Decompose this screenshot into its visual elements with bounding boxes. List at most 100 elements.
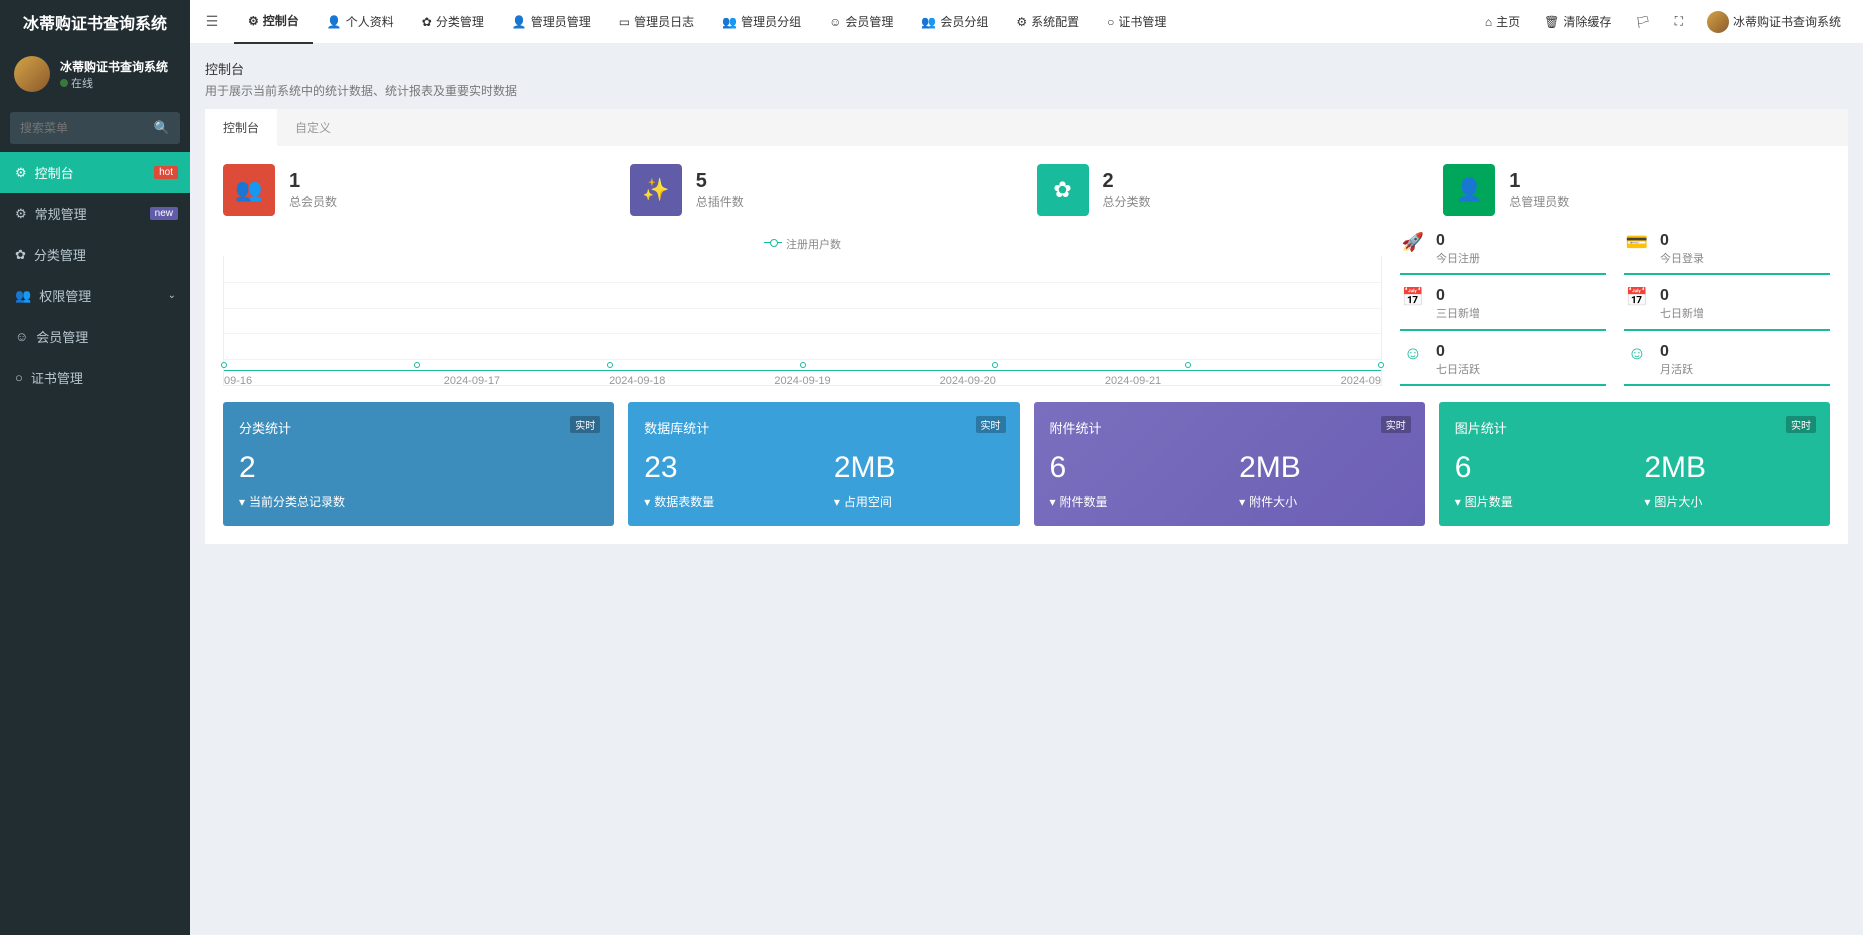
x-label: 2024-09-18 <box>555 375 720 387</box>
nav-label: 系统配置 <box>1031 13 1079 30</box>
mini-stat-2[interactable]: 📅0三日新增 <box>1400 287 1606 330</box>
mini-stat-1[interactable]: 💳0今日登录 <box>1624 232 1830 275</box>
mini-stat-4[interactable]: ☺0七日活跃 <box>1400 343 1606 386</box>
sidebar-item-0[interactable]: ⚙控制台hot <box>0 152 190 193</box>
fullscreen-icon[interactable]: ⛶ <box>1665 0 1693 44</box>
card-sub-icon: ▾ <box>644 495 650 509</box>
stat-box-0[interactable]: 👥1总会员数 <box>223 164 610 216</box>
sidebar-item-3[interactable]: 👥权限管理⌄ <box>0 275 190 316</box>
card-sub-icon: ▾ <box>1644 495 1650 509</box>
topnav-item-9[interactable]: ○证书管理 <box>1093 0 1180 44</box>
data-point <box>1378 362 1384 368</box>
mini-icon: 📅 <box>1400 287 1426 313</box>
card-sublabel: ▾占用空间 <box>834 493 1004 510</box>
card-3[interactable]: 实时图片统计6▾图片数量2MB▾图片大小 <box>1439 402 1830 526</box>
search-icon[interactable]: 🔍 <box>154 120 170 136</box>
page-title: 控制台 <box>205 59 1848 78</box>
nav-label: 管理员分组 <box>741 13 801 30</box>
mini-stat-0[interactable]: 🚀0今日注册 <box>1400 232 1606 275</box>
stat-cards: 实时分类统计2▾当前分类总记录数实时数据库统计23▾数据表数量2MB▾占用空间 实… <box>223 402 1830 526</box>
stat-number: 1 <box>1509 170 1569 193</box>
realtime-badge: 实时 <box>1786 416 1816 433</box>
clear-cache-link[interactable]: 🗑清除缓存 <box>1534 0 1621 44</box>
mini-stat-3[interactable]: 📅0七日新增 <box>1624 287 1830 330</box>
data-point <box>992 362 998 368</box>
tab-0[interactable]: 控制台 <box>205 109 277 146</box>
avatar <box>14 56 50 92</box>
sidebar-search: 🔍 <box>10 112 180 144</box>
mini-stat-5[interactable]: ☺0月活跃 <box>1624 343 1830 386</box>
card-sub-icon: ▾ <box>834 495 840 509</box>
stat-label: 总管理员数 <box>1509 193 1569 210</box>
nav-label: 分类管理 <box>436 13 484 30</box>
menu-label: 控制台 <box>35 163 74 182</box>
data-point <box>1185 362 1191 368</box>
card-title: 分类统计 <box>239 418 598 437</box>
mini-number: 0 <box>1660 287 1704 305</box>
user-status: 在线 <box>60 75 168 91</box>
user-panel: 冰蒂购证书查询系统 在线 <box>0 44 190 104</box>
mini-label: 月活跃 <box>1660 361 1693 377</box>
card-1[interactable]: 实时数据库统计23▾数据表数量2MB▾占用空间 <box>628 402 1019 526</box>
main-content: 控制台 用于展示当前系统中的统计数据、统计报表及重要实时数据 控制台自定义 👥1… <box>190 0 1863 935</box>
x-label: 2024-09-20 <box>885 375 1050 387</box>
mini-icon: 📅 <box>1624 287 1650 313</box>
lang-icon[interactable]: 🏳 <box>1625 0 1660 44</box>
topbar: ☰ ⚙ 控制台 👤 个人资料 ✿ 分类管理 👤管理员管理▭管理员日志 👥 管理员分组 ☺会员管理👥… <box>190 0 1863 44</box>
stat-box-1[interactable]: ✨5总插件数 <box>630 164 1017 216</box>
mini-number: 0 <box>1436 343 1480 361</box>
card-sub-icon: ▾ <box>239 495 245 509</box>
topnav-item-1[interactable]: 👤 个人资料 <box>313 0 408 44</box>
card-sublabel: ▾附件数量 <box>1050 493 1220 510</box>
user-menu[interactable]: 冰蒂购证书查询系统 <box>1697 0 1851 44</box>
card-sublabel: ▾图片大小 <box>1644 493 1814 510</box>
topnav-item-0[interactable]: ⚙ 控制台 <box>234 0 313 44</box>
card-value: 6 <box>1050 451 1220 485</box>
page-subtitle: 用于展示当前系统中的统计数据、统计报表及重要实时数据 <box>205 82 1848 99</box>
stat-number: 2 <box>1103 170 1151 193</box>
x-label: 2024-09-19 <box>720 375 885 387</box>
nav-icon: ✿ <box>422 15 432 29</box>
nav-label: 证书管理 <box>1118 13 1166 30</box>
nav-icon: 👥 <box>722 15 737 29</box>
topnav-item-3[interactable]: 👤管理员管理 <box>498 0 605 44</box>
avatar-icon <box>1707 11 1729 33</box>
menu-label: 常规管理 <box>35 204 87 223</box>
topnav-item-5[interactable]: 👥 管理员分组 <box>708 0 815 44</box>
topnav-item-2[interactable]: ✿ 分类管理 <box>408 0 498 44</box>
sidebar-item-5[interactable]: ○证书管理 <box>0 357 190 398</box>
nav-label: 管理员日志 <box>634 13 694 30</box>
realtime-badge: 实时 <box>1381 416 1411 433</box>
card-2[interactable]: 实时附件统计6▾附件数量2MB▾附件大小 <box>1034 402 1425 526</box>
sidebar-item-2[interactable]: ✿分类管理 <box>0 234 190 275</box>
menu-icon: 👥 <box>15 288 31 304</box>
nav-label: 个人资料 <box>346 13 394 30</box>
home-link[interactable]: ⌂主页 <box>1475 0 1530 44</box>
dashboard-panel: 👥1总会员数✨5总插件数✿2总分类数👤1总管理员数 注册用户数 09-16202… <box>205 146 1848 544</box>
stat-box-3[interactable]: 👤1总管理员数 <box>1443 164 1830 216</box>
card-sublabel: ▾当前分类总记录数 <box>239 493 598 510</box>
card-title: 附件统计 <box>1050 418 1409 437</box>
nav-icon: ⚙ <box>1016 15 1027 29</box>
tabs: 控制台自定义 <box>205 109 1848 146</box>
top-nav: ⚙ 控制台 👤 个人资料 ✿ 分类管理 👤管理员管理▭管理员日志 👥 管理员分组 ☺会员管理👥会员… <box>234 0 1475 44</box>
sidebar-item-1[interactable]: ⚙常规管理new <box>0 193 190 234</box>
topnav-item-4[interactable]: ▭管理员日志 <box>605 0 708 44</box>
line-chart[interactable]: 09-162024-09-172024-09-182024-09-192024-… <box>223 256 1382 386</box>
menu-icon: ☺ <box>15 329 28 344</box>
topnav-item-7[interactable]: 👥会员分组 <box>907 0 1002 44</box>
topnav-item-8[interactable]: ⚙ 系统配置 <box>1002 0 1093 44</box>
topnav-item-6[interactable]: ☺会员管理 <box>815 0 907 44</box>
card-0[interactable]: 实时分类统计2▾当前分类总记录数 <box>223 402 614 526</box>
sidebar-item-4[interactable]: ☺会员管理 <box>0 316 190 357</box>
hamburger-icon[interactable]: ☰ <box>190 13 234 30</box>
nav-icon: ⚙ <box>248 14 259 28</box>
nav-label: 控制台 <box>263 12 299 29</box>
menu-icon: ✿ <box>15 247 26 263</box>
nav-icon: 👤 <box>327 15 342 29</box>
user-name: 冰蒂购证书查询系统 <box>60 58 168 75</box>
tab-1[interactable]: 自定义 <box>277 109 349 146</box>
chevron-down-icon: ⌄ <box>168 290 176 301</box>
data-point <box>414 362 420 368</box>
stat-box-2[interactable]: ✿2总分类数 <box>1037 164 1424 216</box>
